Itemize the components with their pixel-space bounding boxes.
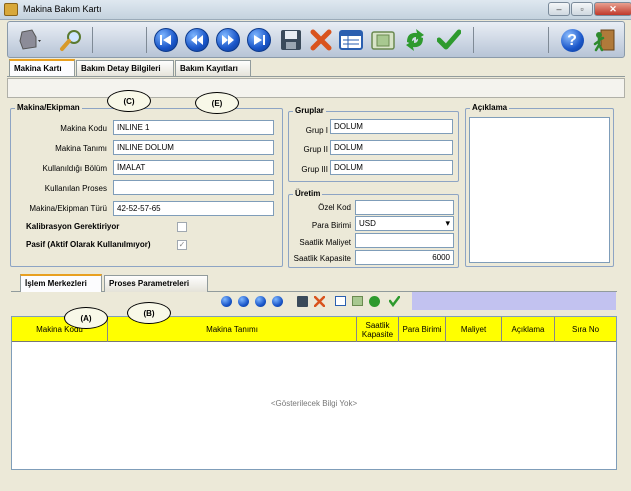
- table-icon[interactable]: [338, 27, 364, 53]
- first-record-icon[interactable]: [153, 27, 179, 53]
- gruplar-group-title: Gruplar: [293, 106, 326, 115]
- exit-icon[interactable]: [591, 27, 617, 53]
- kullanilan-proses-field[interactable]: [113, 180, 274, 195]
- column-header-sira-no[interactable]: Sıra No: [555, 317, 616, 342]
- tab-makina-karti[interactable]: Makina Kartı: [9, 59, 75, 77]
- empty-grid-message: <Gösterilecek Bilgi Yok>: [270, 399, 358, 408]
- aciklama-textarea[interactable]: [469, 117, 610, 263]
- pasif-checkbox[interactable]: ✓: [177, 240, 187, 250]
- column-header-para-birimi[interactable]: Para Birimi: [399, 317, 446, 342]
- photo-icon[interactable]: [351, 295, 363, 307]
- help-icon[interactable]: ?: [559, 27, 585, 53]
- callout-b: (B): [127, 302, 171, 324]
- table-icon[interactable]: [334, 295, 346, 307]
- main-toolbar: ?: [7, 21, 625, 58]
- uretim-group-title: Üretim: [293, 189, 323, 198]
- grid-toolbar-filler: [412, 292, 616, 310]
- close-button[interactable]: ✕: [594, 2, 631, 16]
- grup-2-label: Grup II: [303, 145, 328, 154]
- para-birimi-select[interactable]: USD ▾: [355, 216, 454, 231]
- para-birimi-label: Para Birimi: [311, 221, 351, 230]
- islem-merkezleri-grid[interactable]: Makina Kodu Makina Tanımı Saatlik Kapasi…: [11, 316, 617, 470]
- last-record-icon[interactable]: [246, 27, 272, 53]
- column-header-aciklama[interactable]: Açıklama: [502, 317, 555, 342]
- previous-record-icon[interactable]: [237, 295, 249, 307]
- makina-kodu-field[interactable]: INLINE 1: [113, 120, 274, 135]
- window-title: Makina Bakım Kartı: [23, 4, 102, 14]
- save-icon[interactable]: [278, 27, 304, 53]
- app-icon: [4, 3, 18, 16]
- saatlik-maliyet-label: Saatlik Maliyet: [299, 238, 351, 247]
- refresh-icon[interactable]: [368, 295, 380, 307]
- callout-e: (E): [195, 92, 239, 114]
- makina-ekipman-turu-field[interactable]: 42-52-57-65: [113, 201, 274, 216]
- title-bar: Makina Bakım Kartı – ▫ ✕: [0, 0, 631, 20]
- tab-content-header: [7, 78, 625, 98]
- photo-icon[interactable]: [370, 27, 396, 53]
- makina-kodu-label: Makina Kodu: [60, 124, 107, 133]
- chevron-down-icon[interactable]: ▾: [445, 218, 450, 229]
- makina-tanimi-field[interactable]: INLINE DOLUM: [113, 140, 274, 155]
- saatlik-maliyet-field[interactable]: [355, 233, 454, 248]
- aciklama-group-title: Açıklama: [470, 103, 510, 112]
- next-record-icon[interactable]: [215, 27, 241, 53]
- makina-tanimi-label: Makina Tanımı: [55, 144, 107, 153]
- tab-bakim-detay-bilgileri[interactable]: Bakım Detay Bilgileri: [76, 60, 174, 77]
- tab-bakim-kayitlari[interactable]: Bakım Kayıtları: [175, 60, 251, 77]
- delete-icon[interactable]: [313, 295, 325, 307]
- previous-record-icon[interactable]: [184, 27, 210, 53]
- saatlik-kapasite-label: Saatlik Kapasite: [293, 254, 351, 263]
- callout-a: (A): [64, 307, 108, 329]
- grup-1-field[interactable]: DOLUM: [330, 119, 453, 134]
- callout-c: (C): [107, 90, 151, 112]
- makina-ekipman-group-title: Makina/Ekipman: [15, 103, 82, 112]
- column-header-maliyet[interactable]: Maliyet: [446, 317, 502, 342]
- kalibrasyon-checkbox[interactable]: [177, 222, 187, 232]
- column-header-saatlik-kapasite[interactable]: Saatlik Kapasite: [357, 317, 399, 342]
- kullanildigi-bolum-field[interactable]: İMALAT: [113, 160, 274, 175]
- delete-icon[interactable]: [308, 27, 334, 53]
- first-record-icon[interactable]: [220, 295, 232, 307]
- makina-ekipman-turu-label: Makina/Ekipman Türü: [29, 204, 107, 213]
- tab-proses-parametreleri[interactable]: Proses Parametreleri: [104, 275, 208, 292]
- minimize-button[interactable]: –: [548, 2, 570, 16]
- maximize-button[interactable]: ▫: [571, 2, 593, 16]
- last-record-icon[interactable]: [271, 295, 283, 307]
- grid-toolbar: [212, 292, 412, 310]
- kullanilan-proses-label: Kullanılan Proses: [44, 184, 107, 193]
- kalibrasyon-label: Kalibrasyon Gerektiriyor: [26, 222, 120, 231]
- refresh-icon[interactable]: [402, 27, 428, 53]
- grup-3-field[interactable]: DOLUM: [330, 160, 453, 175]
- pasif-label: Pasif (Aktif Olarak Kullanılmıyor): [26, 240, 151, 249]
- ozel-kod-label: Özel Kod: [318, 203, 351, 212]
- grup-2-field[interactable]: DOLUM: [330, 140, 453, 155]
- tab-islem-merkezleri[interactable]: İşlem Merkezleri: [20, 274, 102, 292]
- next-record-icon[interactable]: [254, 295, 266, 307]
- saatlik-kapasite-field[interactable]: 6000: [355, 250, 454, 265]
- para-birimi-value: USD: [359, 219, 376, 228]
- save-icon[interactable]: [296, 295, 308, 307]
- grup-1-label: Grup I: [305, 126, 328, 135]
- search-icon[interactable]: [58, 27, 84, 53]
- grup-3-label: Grup III: [301, 165, 328, 174]
- print-icon[interactable]: [16, 27, 42, 53]
- approve-icon[interactable]: [388, 295, 400, 307]
- kullanildigi-bolum-label: Kullanıldığı Bölüm: [42, 164, 107, 173]
- ozel-kod-field[interactable]: [355, 200, 454, 215]
- approve-icon[interactable]: [436, 27, 462, 53]
